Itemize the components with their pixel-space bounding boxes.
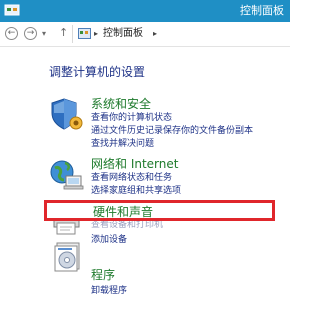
breadcrumb-item-control-panel[interactable]: 控制面板 (103, 27, 143, 41)
highlight-hardware-sound: 硬件和声音 (44, 200, 275, 221)
link-uninstall-program[interactable]: 卸载程序 (91, 286, 127, 297)
control-panel-window: 控制面板 ← → ▾ ↑ ▸ 控制面板 ▸ 调整计算机的设置 系统和安全 查看你… (0, 0, 290, 328)
programs-icon[interactable] (51, 239, 85, 273)
link-troubleshoot[interactable]: 查找并解决问题 (91, 139, 154, 150)
category-title-hardware-sound[interactable]: 硬件和声音 (93, 205, 153, 219)
title-bar: 控制面板 (0, 0, 290, 22)
link-view-computer-status[interactable]: 查看你的计算机状态 (91, 113, 172, 124)
page-title: 调整计算机的设置 (49, 65, 146, 79)
link-add-device[interactable]: 添加设备 (91, 235, 127, 246)
address-bar: ← → ▾ ↑ ▸ 控制面板 ▸ (0, 22, 290, 47)
link-network-status[interactable]: 查看网络状态和任务 (91, 173, 172, 184)
category-title-network-internet[interactable]: 网络和 Internet (91, 157, 178, 171)
link-file-history-backup[interactable]: 通过文件历史记录保存你的文件备份副本 (91, 126, 253, 137)
breadcrumb-separator[interactable]: ▸ (153, 27, 157, 41)
category-title-programs[interactable]: 程序 (91, 268, 115, 282)
link-devices-printers[interactable]: 查看设备和打印机 (91, 220, 163, 231)
control-panel-app-icon (4, 4, 20, 16)
category-title-system-security[interactable]: 系统和安全 (91, 97, 151, 111)
forward-button[interactable]: → (24, 27, 37, 40)
window-title: 控制面板 (240, 4, 284, 17)
up-button[interactable]: ↑ (59, 26, 68, 40)
recent-locations-button[interactable]: ▾ (42, 27, 46, 41)
breadcrumb-separator: ▸ (94, 29, 99, 38)
breadcrumb[interactable]: ▸ 控制面板 ▸ (72, 25, 291, 43)
shield-icon[interactable] (50, 97, 84, 131)
back-button[interactable]: ← (5, 27, 18, 40)
network-icon[interactable] (50, 158, 84, 192)
link-homegroup-sharing[interactable]: 选择家庭组和共享选项 (91, 186, 181, 197)
control-panel-crumb-icon (78, 28, 91, 39)
